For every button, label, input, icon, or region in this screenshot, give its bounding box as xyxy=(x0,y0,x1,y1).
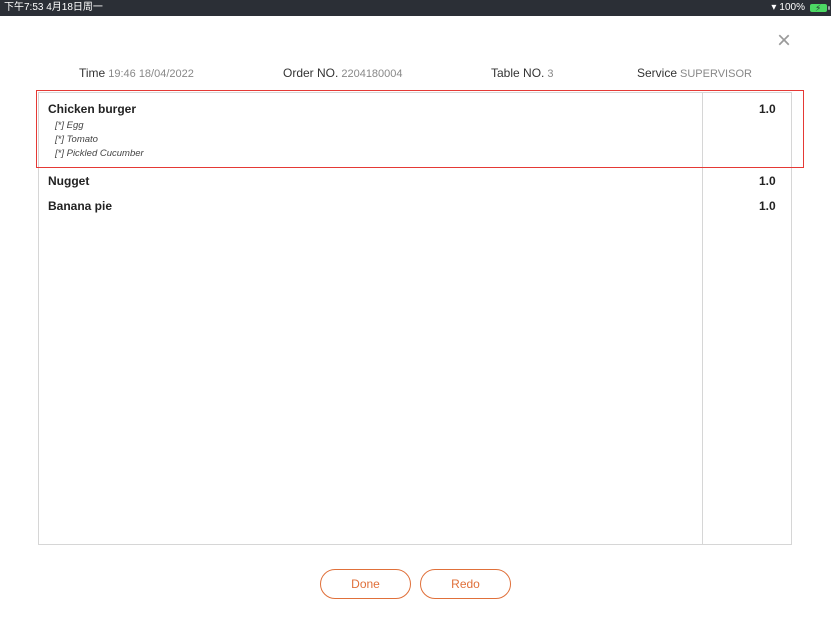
table-number-label: Table NO. xyxy=(491,66,545,80)
item-modifier: [*] Pickled Cucumber xyxy=(55,148,144,159)
time-value: 19:46 18/04/2022 xyxy=(108,68,194,80)
item-quantity: 1.0 xyxy=(759,199,776,213)
order-item-chicken-burger[interactable]: Chicken burger 1.0 [*] Egg [*] Tomato [*… xyxy=(39,102,793,174)
order-item-nugget[interactable]: Nugget 1.0 xyxy=(39,174,793,194)
item-modifier: [*] Tomato xyxy=(55,134,98,145)
order-number-label: Order NO. xyxy=(283,66,339,80)
status-indicators: ▾ 100% ⚡ xyxy=(771,0,830,16)
table-number-value: 3 xyxy=(547,68,554,80)
item-modifier: [*] Egg xyxy=(55,120,84,131)
close-icon: × xyxy=(776,27,791,54)
order-number-value: 2204180004 xyxy=(341,68,403,80)
status-bar: 下午7:53 4月18日周一 ▾ 100% ⚡ xyxy=(0,0,831,16)
time-label: Time xyxy=(79,66,106,80)
item-name: Nugget xyxy=(48,174,90,188)
item-name: Chicken burger xyxy=(48,102,137,116)
service-staff: Service SUPERVISOR xyxy=(637,66,752,80)
service-value: SUPERVISOR xyxy=(680,68,752,80)
battery-icon: ⚡ xyxy=(810,3,830,13)
order-time: Time 19:46 18/04/2022 xyxy=(79,66,194,80)
charging-bolt-icon: ⚡ xyxy=(815,3,822,13)
item-quantity: 1.0 xyxy=(759,174,776,188)
battery-percent: 100% xyxy=(779,2,805,13)
item-name: Banana pie xyxy=(48,199,113,213)
order-number: Order NO. 2204180004 xyxy=(283,66,403,80)
done-button[interactable]: Done xyxy=(320,569,411,599)
service-label: Service xyxy=(637,66,678,80)
table-number: Table NO. 3 xyxy=(491,66,553,80)
redo-button[interactable]: Redo xyxy=(420,569,511,599)
order-item-banana-pie[interactable]: Banana pie 1.0 xyxy=(39,199,793,219)
item-quantity: 1.0 xyxy=(759,102,776,116)
close-button[interactable]: × xyxy=(772,27,796,54)
status-time-date: 下午7:53 4月18日周一 xyxy=(4,2,103,13)
order-items-panel: Chicken burger 1.0 [*] Egg [*] Tomato [*… xyxy=(38,92,792,545)
order-info-row: Time 19:46 18/04/2022 Order NO. 2204180004… xyxy=(0,66,831,82)
wifi-icon: ▾ xyxy=(771,2,777,13)
